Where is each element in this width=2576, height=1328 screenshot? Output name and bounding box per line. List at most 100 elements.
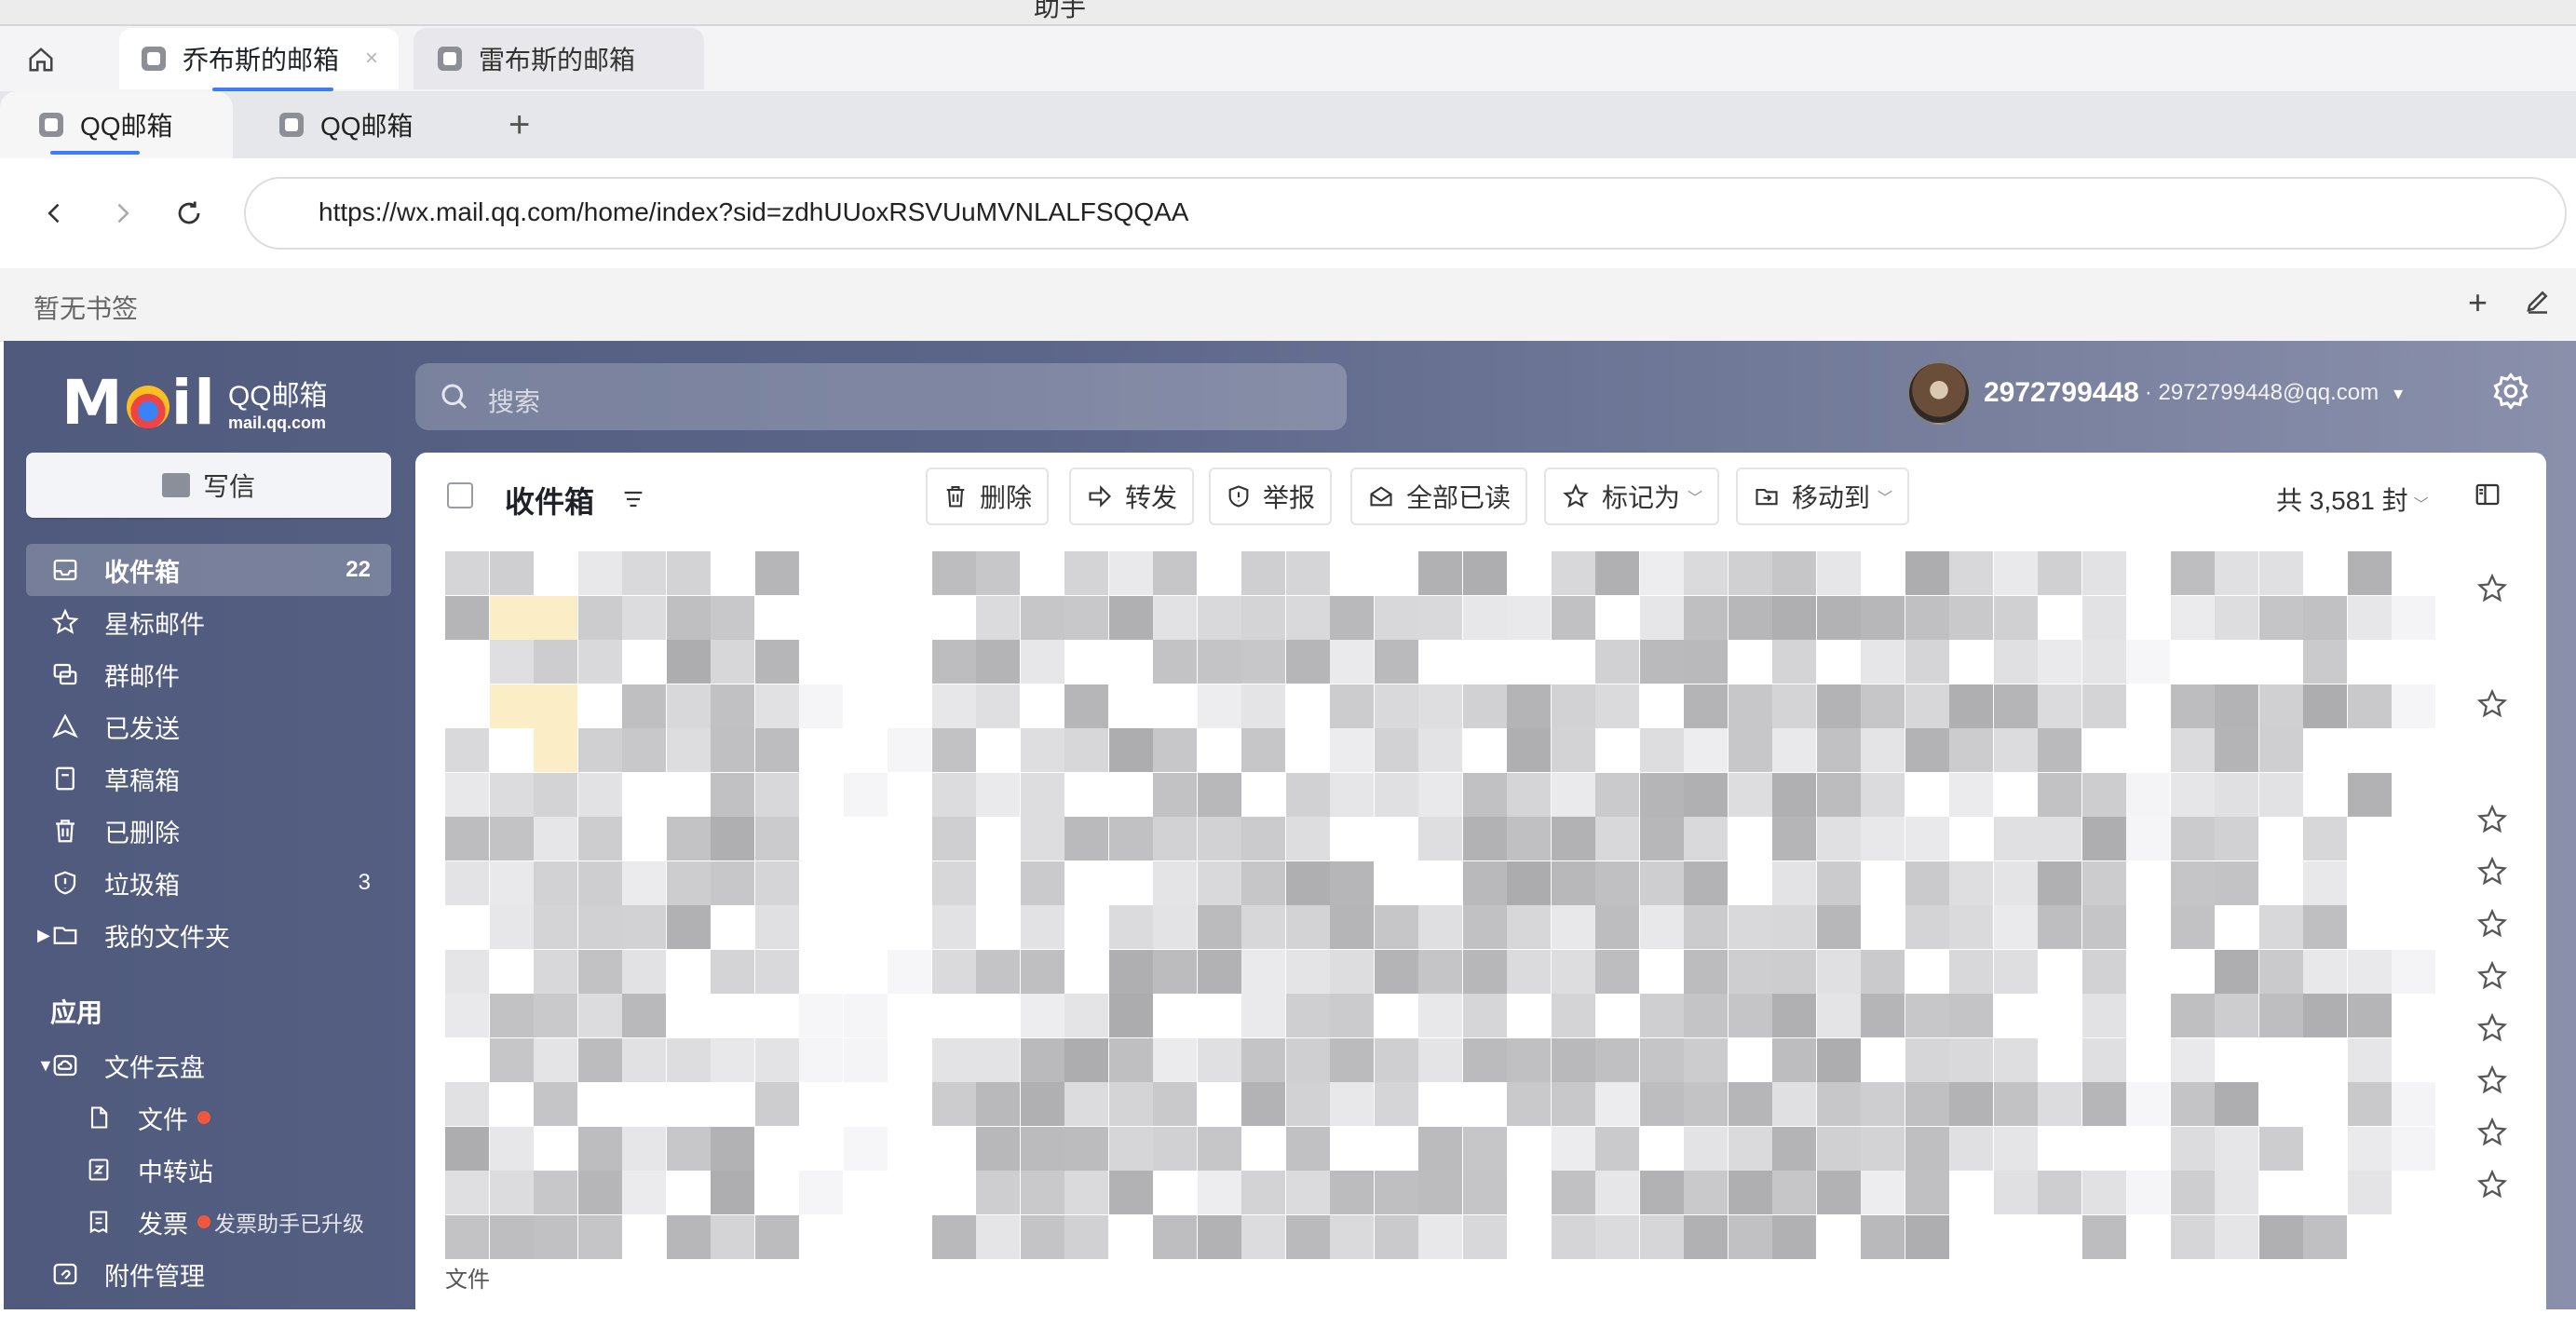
blurred-cell xyxy=(2081,1082,2126,1126)
sidebar-item-deleted[interactable]: 已删除 xyxy=(26,805,391,857)
row-star-icon[interactable] xyxy=(2475,572,2509,610)
compose-button[interactable]: 写信 xyxy=(26,453,391,518)
reload-icon[interactable] xyxy=(168,192,210,235)
blurred-cell xyxy=(1728,684,1772,728)
sidebar-item-spam[interactable]: 垃圾箱 3 xyxy=(26,857,391,909)
account-tab-leijun[interactable]: 雷布斯的邮箱 xyxy=(414,28,704,89)
blurred-cell xyxy=(843,1037,888,1082)
row-star-icon[interactable] xyxy=(2475,1011,2509,1050)
sidebar-item-invoice[interactable]: 发票 发票助手已升级 xyxy=(26,1196,391,1248)
forward-icon[interactable] xyxy=(101,192,143,235)
home-icon[interactable] xyxy=(24,43,58,76)
delete-button[interactable]: 删除 xyxy=(926,468,1050,525)
sidebar-item-my-folders[interactable]: ▶ 我的文件夹 xyxy=(26,909,391,961)
report-button[interactable]: 举报 xyxy=(1209,468,1333,525)
blurred-cell xyxy=(1153,860,1197,905)
close-icon[interactable]: × xyxy=(365,46,378,72)
sidebar-item-files[interactable]: 文件 xyxy=(26,1091,391,1144)
sidebar-item-attachments[interactable]: 附件管理 xyxy=(26,1248,391,1300)
blurred-cell xyxy=(1241,551,1285,595)
row-star-icon[interactable] xyxy=(2475,1064,2509,1102)
edit-bookmarks-icon[interactable] xyxy=(2524,287,2552,319)
blurred-cell xyxy=(1153,905,1197,949)
row-star-icon[interactable] xyxy=(2475,907,2509,945)
blurred-cell xyxy=(1905,1082,1949,1126)
browser-tab-qqmail-2[interactable]: QQ邮箱 xyxy=(276,91,481,158)
mark-all-read-button[interactable]: 全部已读 xyxy=(1350,468,1528,525)
blurred-cell xyxy=(1285,1171,1330,1214)
sidebar-item-inbox[interactable]: 收件箱 22 xyxy=(26,544,391,596)
blurred-cell xyxy=(1241,1037,1285,1082)
avatar[interactable] xyxy=(1907,361,1971,425)
reading-pane-layout-icon[interactable] xyxy=(2472,481,2503,513)
blurred-cell xyxy=(1595,905,1639,949)
blurred-cell xyxy=(489,817,534,860)
row-star-icon[interactable] xyxy=(2475,1116,2509,1154)
move-to-dropdown[interactable]: 移动到 ﹀ xyxy=(1736,468,1910,525)
blurred-cell xyxy=(1197,949,1241,994)
blurred-cell xyxy=(1418,1171,1462,1214)
blurred-cell xyxy=(1197,640,1241,684)
collapse-arrow-icon[interactable]: ▼ xyxy=(37,1056,54,1076)
add-bookmark-button[interactable]: + xyxy=(2468,283,2488,322)
blurred-cell xyxy=(2215,1082,2258,1126)
mail-total-count[interactable]: 共 3,581 封 ﹀ xyxy=(2276,481,2429,518)
new-tab-button[interactable]: + xyxy=(508,104,530,146)
blurred-cell xyxy=(1285,817,1330,860)
blurred-cell xyxy=(1772,640,1816,684)
blurred-cell xyxy=(445,1126,489,1171)
blurred-cell xyxy=(534,860,577,905)
row-star-icon[interactable] xyxy=(2475,687,2509,725)
new-dot-badge xyxy=(197,1111,210,1124)
row-star-icon[interactable] xyxy=(2475,803,2509,841)
row-star-icon[interactable] xyxy=(2475,855,2509,893)
folder-title: 收件箱 xyxy=(505,485,595,519)
blurred-cell xyxy=(976,640,1020,684)
sidebar-item-sent[interactable]: 已发送 xyxy=(26,700,391,752)
blurred-cell xyxy=(1020,1171,1064,1214)
sidebar-item-transfer[interactable]: 中转站 xyxy=(26,1144,391,1196)
back-icon[interactable] xyxy=(34,192,76,235)
gear-icon[interactable] xyxy=(2490,371,2531,416)
blurred-cell xyxy=(1772,1037,1816,1082)
blurred-cell xyxy=(2081,994,2126,1037)
chevron-down-icon[interactable]: ▾ xyxy=(2393,382,2403,405)
blurred-cell xyxy=(1772,905,1816,949)
blurred-cell xyxy=(1772,1082,1816,1126)
blurred-cell xyxy=(1772,595,1816,640)
account-menu[interactable]: 2972799448 · 2972799448@qq.com ▾ xyxy=(1907,361,2403,425)
expand-arrow-icon[interactable]: ▶ xyxy=(37,926,50,945)
blurred-cell xyxy=(1728,1126,1772,1171)
blurred-cell xyxy=(931,1082,976,1126)
row-star-icon[interactable] xyxy=(2475,959,2509,997)
browser-tab-qqmail-1[interactable]: QQ邮箱 xyxy=(0,91,233,158)
blurred-cell xyxy=(1418,684,1462,728)
blurred-cell xyxy=(577,551,622,595)
blurred-cell xyxy=(1639,905,1684,949)
sidebar-item-cloud-drive[interactable]: ▼ 文件云盘 xyxy=(26,1039,391,1091)
select-all-checkbox[interactable] xyxy=(447,482,473,508)
search-input[interactable]: 搜索 xyxy=(415,363,1347,430)
forward-button[interactable]: 转发 xyxy=(1069,468,1195,525)
qqmail-app: Mil QQ邮箱 mail.qq.com 搜索 2972799448 · 297… xyxy=(4,341,2576,1328)
sidebar-item-label: 文件 xyxy=(138,1105,188,1134)
blurred-cell xyxy=(1639,817,1684,860)
browser-tab-label: QQ邮箱 xyxy=(80,112,173,141)
blurred-cell xyxy=(1905,860,1949,905)
blurred-cell xyxy=(1684,994,1728,1037)
sidebar-item-drafts[interactable]: 草稿箱 xyxy=(26,752,391,805)
blurred-cell xyxy=(2038,905,2081,949)
account-tab-jobs[interactable]: 乔布斯的邮箱 × xyxy=(119,28,399,91)
sidebar-item-starred[interactable]: 星标邮件 xyxy=(26,596,391,648)
blurred-cell xyxy=(1418,1214,1462,1259)
sort-icon[interactable] xyxy=(620,486,646,517)
blurred-cell xyxy=(2081,595,2126,640)
blurred-cell xyxy=(1905,1171,1949,1214)
address-bar[interactable]: https://wx.mail.qq.com/home/index?sid=zd… xyxy=(244,177,2567,250)
active-tab-indicator xyxy=(50,151,140,155)
blurred-cell xyxy=(2038,1082,2081,1126)
blurred-cell xyxy=(2215,551,2258,595)
row-star-icon[interactable] xyxy=(2475,1168,2509,1206)
sidebar-item-group-mail[interactable]: 群邮件 xyxy=(26,648,391,700)
mark-as-dropdown[interactable]: 标记为 ﹀ xyxy=(1544,468,1720,525)
